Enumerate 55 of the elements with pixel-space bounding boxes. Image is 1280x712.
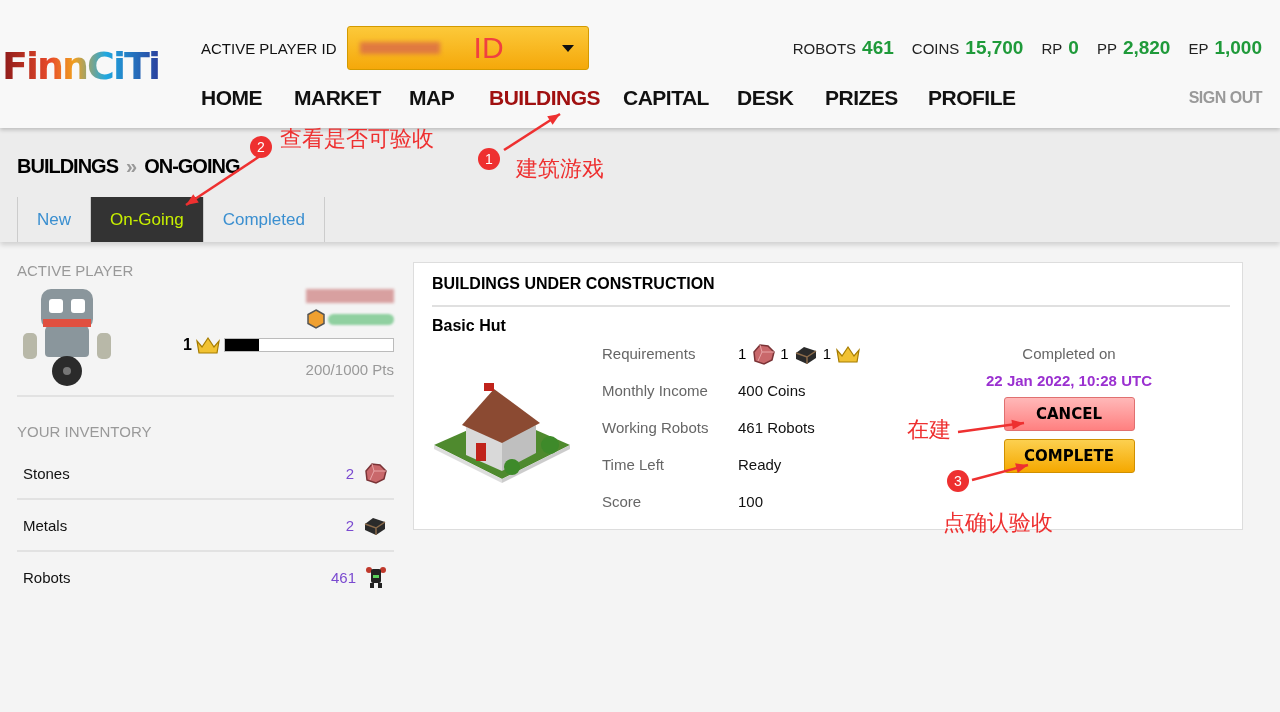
- inventory-count: 2: [345, 516, 354, 534]
- inventory-name: Stones: [23, 464, 71, 482]
- complete-button[interactable]: COMPLETE: [1003, 439, 1135, 473]
- nav-link[interactable]: HOME: [201, 86, 296, 110]
- nav-link[interactable]: DESK: [737, 86, 827, 110]
- section-title: YOUR INVENTORY: [17, 423, 153, 440]
- requirement-count: 1: [738, 345, 747, 362]
- nav-link[interactable]: PRIZES: [825, 86, 930, 110]
- stat-label: ROBOTS: [792, 40, 857, 57]
- building-name: Basic Hut: [432, 317, 507, 335]
- level-number: 1: [183, 336, 192, 354]
- completed-on-label: Completed on: [1022, 345, 1116, 362]
- annotation-text: 点确认验收: [943, 509, 1053, 537]
- stat-value: 0: [1068, 37, 1079, 59]
- section-title: ACTIVE PLAYER: [17, 262, 135, 279]
- stat-label: PP: [1096, 40, 1117, 57]
- detail-label: Monthly Income: [602, 382, 709, 399]
- stat-value: 2,820: [1122, 37, 1171, 59]
- completion-date: 22 Jan 2022, 10:28 UTC: [986, 372, 1152, 389]
- nav-link[interactable]: MAP: [409, 86, 491, 110]
- cancel-button[interactable]: CANCEL: [1003, 397, 1135, 431]
- breadcrumb-section[interactable]: BUILDINGS: [17, 154, 118, 178]
- detail-value: 400 Coins: [738, 382, 807, 399]
- inventory-name: Robots: [23, 568, 72, 586]
- breadcrumb-separator: »: [126, 154, 137, 178]
- detail-label: Score: [602, 493, 643, 510]
- nav-link[interactable]: PROFILE: [928, 86, 1036, 110]
- requirement-count: 1: [780, 345, 789, 362]
- detail-value: Ready: [738, 456, 783, 473]
- card-title: BUILDINGS UNDER CONSTRUCTION: [432, 263, 1230, 307]
- points-text: 200/1000 Pts: [305, 361, 394, 378]
- requirement-count: 1: [822, 345, 832, 362]
- detail-label: Time Left: [602, 456, 665, 473]
- stat-value: 15,700: [965, 37, 1024, 59]
- nav-link[interactable]: CAPITAL: [623, 86, 739, 110]
- detail-label: Requirements: [602, 345, 697, 362]
- tab[interactable]: On-Going: [91, 197, 204, 242]
- active-player-id-label: ACTIVE PLAYER ID: [201, 39, 337, 57]
- nav-link[interactable]: BUILDINGS: [489, 86, 625, 110]
- stat-label: RP: [1041, 40, 1063, 57]
- inventory-count: 2: [345, 464, 354, 482]
- inventory-name: Metals: [23, 516, 69, 534]
- detail-label: Working Robots: [602, 419, 710, 436]
- annotation-text: 建筑游戏: [516, 155, 604, 183]
- nav-link[interactable]: MARKET: [294, 86, 411, 110]
- detail-value: 100: [738, 493, 765, 510]
- stat-label: EP: [1188, 40, 1209, 57]
- stat-label: COINS: [911, 40, 960, 57]
- detail-value: 461 Robots: [738, 419, 816, 436]
- breadcrumb-page: ON-GOING: [144, 154, 240, 178]
- stat-value: 1,000: [1214, 37, 1262, 59]
- annotation-text: 查看是否可验收: [280, 125, 434, 153]
- annotation-text: 在建: [907, 416, 951, 444]
- stat-value: 461: [862, 37, 894, 59]
- inventory-count: 461: [330, 568, 356, 586]
